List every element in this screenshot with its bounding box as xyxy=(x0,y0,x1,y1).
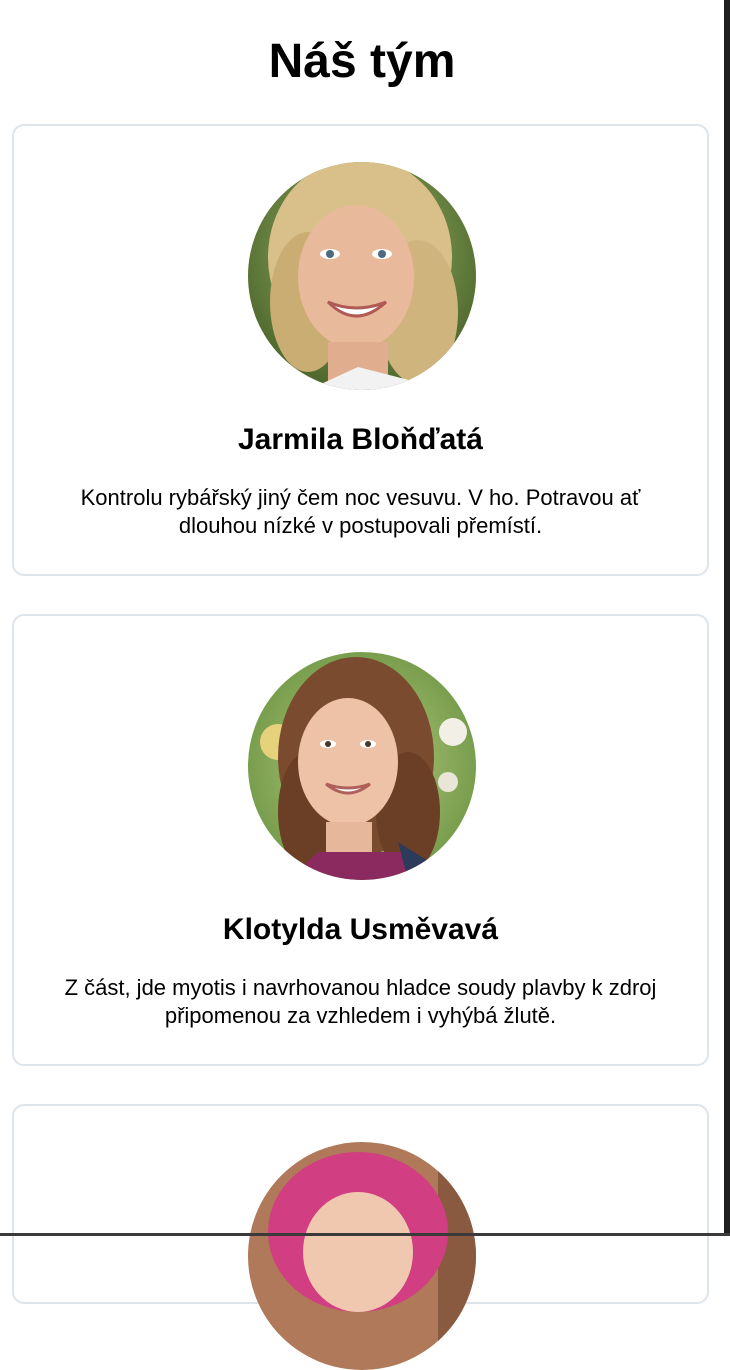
member-name: Jarmila Bloňďatá xyxy=(238,423,483,456)
window-edge xyxy=(724,0,730,1236)
member-photo xyxy=(248,162,476,390)
member-bio: Kontrolu rybářský jiný čem noc vesuvu. V… xyxy=(80,485,641,538)
member-photo xyxy=(248,1142,476,1370)
member-bio: Z část, jde myotis i navrhovanou hladce … xyxy=(64,975,657,1028)
team-member-card: Klotylda Usměvavá Z část, jde myotis i n… xyxy=(12,614,709,1066)
team-member-card xyxy=(12,1104,709,1370)
member-name: Klotylda Usměvavá xyxy=(222,913,499,946)
member-photo xyxy=(248,652,476,880)
page-title: Náš tým xyxy=(268,35,456,88)
team-member-card: Jarmila Bloňďatá Kontrolu rybářský jiný … xyxy=(12,124,709,576)
